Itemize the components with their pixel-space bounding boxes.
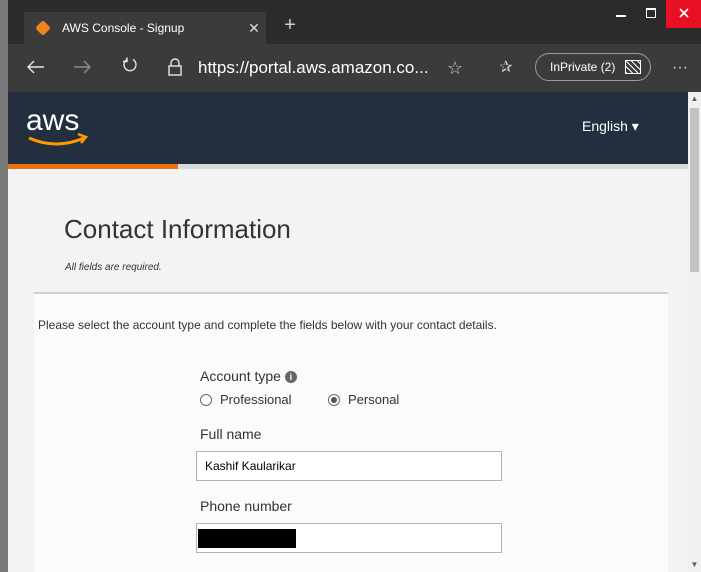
close-icon (678, 8, 689, 18)
maximize-icon (646, 8, 656, 18)
required-note: All fields are required. (65, 262, 162, 273)
radio-personal-label: Personal (348, 392, 400, 407)
scroll-down-icon[interactable]: ▼ (688, 558, 701, 572)
browser-tab[interactable]: AWS Console - Signup ✕ (24, 12, 266, 44)
aws-favicon-icon (35, 20, 51, 36)
forward-arrow-icon (74, 60, 91, 74)
favorites-list-icon[interactable]: ✰ (494, 54, 518, 82)
tab-close-icon[interactable]: ✕ (242, 20, 266, 37)
back-arrow-icon (27, 60, 44, 74)
radio-button-icon[interactable] (328, 393, 340, 406)
radio-personal[interactable]: Personal (328, 392, 399, 407)
tab-title: AWS Console - Signup (62, 21, 185, 35)
browser-window: AWS Console - Signup ✕ + https://portal.… (8, 0, 701, 572)
minimize-icon (616, 15, 626, 17)
radio-professional[interactable]: Professional (200, 392, 292, 407)
maximize-button[interactable] (636, 0, 666, 28)
tab-strip: AWS Console - Signup ✕ + (8, 0, 701, 44)
inprivate-label: InPrivate (2) (550, 60, 616, 74)
account-type-label: Account type i (200, 368, 297, 384)
aws-logo[interactable]: aws (26, 100, 96, 150)
close-window-button[interactable] (666, 0, 701, 28)
full-name-label: Full name (200, 426, 262, 442)
scroll-up-icon[interactable]: ▲ (688, 92, 701, 106)
language-selector[interactable]: English ▾ (582, 118, 639, 135)
forward-button[interactable] (68, 54, 96, 82)
radio-professional-label: Professional (220, 392, 292, 407)
back-button[interactable] (22, 54, 50, 82)
address-bar[interactable]: https://portal.aws.amazon.co... (198, 56, 429, 80)
progress-fill (8, 164, 178, 169)
navigation-bar: https://portal.aws.amazon.co... ☆ ✰ InPr… (8, 44, 701, 92)
inprivate-button[interactable]: InPrivate (2) (535, 53, 651, 81)
aws-header: aws English ▾ (8, 92, 688, 164)
minimize-button[interactable] (606, 0, 636, 28)
phone-number-label: Phone number (200, 498, 292, 514)
favorite-star-icon[interactable]: ☆ (444, 54, 466, 82)
page-viewport: aws English ▾ Contact Information All fi… (8, 92, 688, 572)
more-menu-icon[interactable]: ··· (668, 54, 692, 82)
redacted-phone-value (198, 529, 296, 548)
radio-button-icon[interactable] (200, 393, 212, 406)
refresh-icon (123, 57, 137, 72)
new-tab-button[interactable]: + (278, 14, 302, 37)
info-icon[interactable]: i (284, 371, 297, 383)
account-type-label-text: Account type (200, 368, 281, 384)
full-name-input[interactable]: Kashif Kaularikar (196, 451, 502, 481)
page-scrollbar[interactable]: ▲ ▼ (688, 92, 701, 572)
lock-icon[interactable] (168, 58, 182, 76)
scrollbar-thumb[interactable] (690, 108, 699, 272)
refresh-button[interactable] (116, 54, 144, 82)
form-instructions: Please select the account type and compl… (38, 318, 497, 332)
page-title: Contact Information (64, 214, 291, 244)
inprivate-icon (625, 60, 642, 74)
aws-logo-text: aws (26, 104, 79, 137)
signup-progress-bar (8, 164, 688, 169)
